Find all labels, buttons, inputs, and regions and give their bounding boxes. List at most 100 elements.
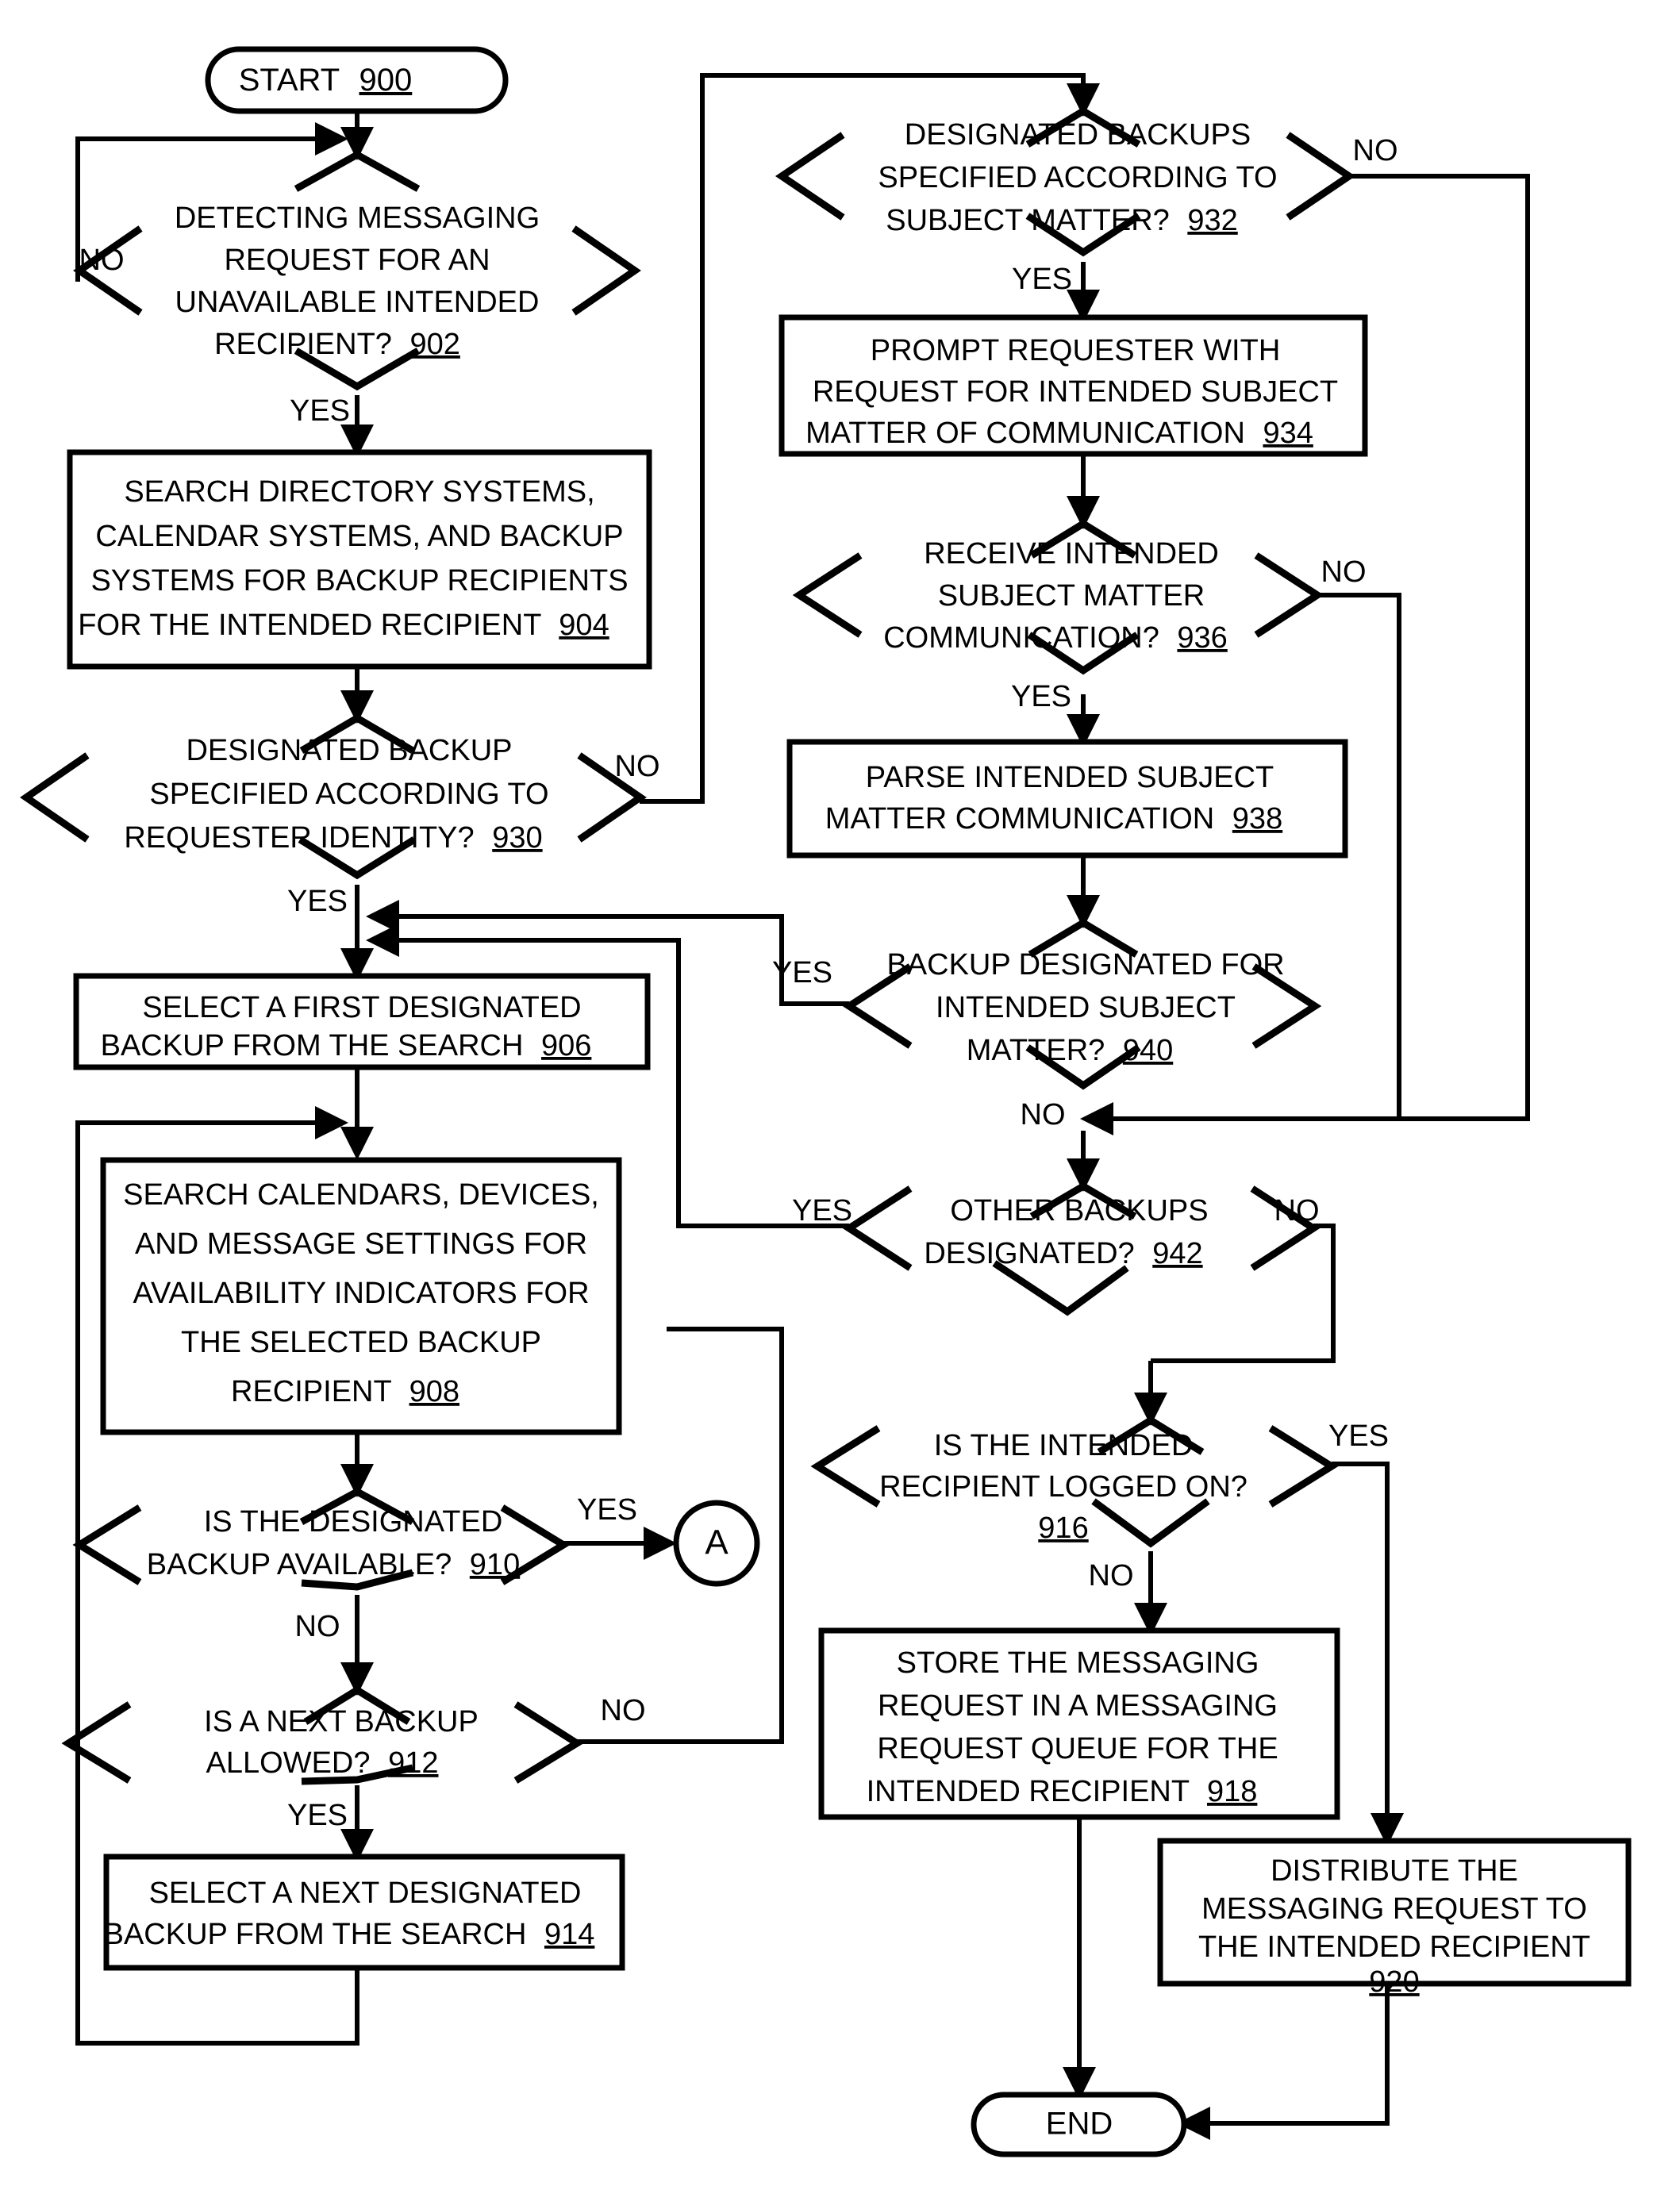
decision-916-line2: RECIPIENT LOGGED ON? (879, 1470, 1248, 1504)
edge-label-930-yes: YES (287, 885, 348, 918)
process-934-ref: 934 (1263, 417, 1313, 450)
process-908-line5: RECIPIENT (231, 1375, 391, 1408)
node-902: DETECTING MESSAGING REQUEST FOR AN UNAVA… (73, 152, 641, 428)
process-938-shape (786, 739, 1348, 859)
edge-label-942-yes: YES (792, 1194, 852, 1227)
edge-label-932-no: NO (1353, 134, 1398, 167)
node-938: PARSE INTENDED SUBJECT MATTER COMMUNICAT… (786, 739, 1348, 859)
node-906: SELECT A FIRST DESIGNATED BACKUP FROM TH… (73, 973, 651, 1070)
svg-text:DESIGNATED? 942: DESIGNATED? 942 (924, 1237, 1202, 1270)
process-920-line2: MESSAGING REQUEST TO (1201, 1892, 1587, 1926)
process-918-line1: STORE THE MESSAGING (897, 1646, 1259, 1680)
decision-932-ref: 932 (1187, 204, 1237, 237)
svg-text:MATTER? 940: MATTER? 940 (967, 1034, 1174, 1067)
edge-label-902-no: NO (79, 244, 125, 277)
svg-text:BACKUP FROM THE SEARCH 9: BACKUP FROM THE SEARCH 906 (101, 1029, 592, 1062)
edge-label-910-no: NO (295, 1610, 340, 1643)
process-918-line3: REQUEST QUEUE FOR THE (877, 1732, 1278, 1765)
decision-910-left-chevron (72, 1504, 142, 1585)
edge-label-936-no: NO (1321, 555, 1367, 589)
edge-920-to-end (1177, 1984, 1390, 2140)
process-904-line4: FOR THE INTENDED RECIPIENT (78, 609, 541, 642)
svg-text:MATTER OF COMMUNICATION: MATTER OF COMMUNICATION 934 (805, 417, 1313, 450)
node-904: SEARCH DIRECTORY SYSTEMS, CALENDAR SYSTE… (67, 449, 652, 670)
process-918-line2: REQUEST IN A MESSAGING (878, 1689, 1278, 1723)
decision-942-line1: OTHER BACKUPS (950, 1194, 1208, 1227)
svg-text:REQUESTER IDENTITY? 930: REQUESTER IDENTITY? 930 (124, 821, 542, 855)
decision-916-ref: 916 (1038, 1512, 1088, 1545)
process-914-line2: BACKUP FROM THE SEARCH (104, 1918, 527, 1951)
process-908-line1: SEARCH CALENDARS, DEVICES, (123, 1178, 599, 1212)
decision-902-ref: 902 (409, 328, 459, 361)
decision-930-line1: DESIGNATED BACKUP (186, 734, 512, 767)
decision-942-left-chevron (842, 1185, 913, 1271)
node-914: SELECT A NEXT DESIGNATED BACKUP FROM THE… (103, 1854, 625, 1971)
svg-text:SUBJECT MATTER? 932: SUBJECT MATTER? 932 (886, 204, 1238, 237)
node-934: PROMPT REQUESTER WITH REQUEST FOR INTEND… (778, 314, 1368, 457)
node-connector-a: A (673, 1500, 760, 1587)
end-label: END (1046, 2107, 1113, 2142)
decision-916-line1: IS THE INTENDED (934, 1429, 1194, 1462)
decision-932-line1: DESIGNATED BACKUPS (905, 118, 1251, 152)
decision-912-line2: ALLOWED? (206, 1746, 371, 1780)
process-920-ref: 920 (1369, 1965, 1419, 1999)
edge-label-912-no: NO (601, 1694, 646, 1727)
decision-936-left-chevron (792, 552, 863, 638)
edge-label-940-no: NO (1021, 1098, 1066, 1131)
decision-916-bottom-chevron (1091, 1498, 1210, 1548)
flowchart-canvas: START 900 DETECTING MESSAGING REQUEST FO… (20, 46, 1632, 2157)
decision-936-ref: 936 (1177, 621, 1227, 655)
decision-930-line3: REQUESTER IDENTITY? (124, 821, 474, 855)
decision-910-line2: BACKUP AVAILABLE? (147, 1548, 452, 1581)
process-934-line1: PROMPT REQUESTER WITH (871, 334, 1281, 367)
svg-text:RECIPIENT 908: RECIPIENT 908 (231, 1375, 459, 1408)
process-934-line3: MATTER OF COMMUNICATION (805, 417, 1245, 450)
svg-text:MATTER COMMUNICATION 938: MATTER COMMUNICATION 938 (825, 802, 1282, 836)
decision-942-line2: DESIGNATED? (924, 1237, 1134, 1270)
node-920: DISTRIBUTE THE MESSAGING REQUEST TO THE … (1157, 1838, 1632, 1999)
decision-932-line3: SUBJECT MATTER? (886, 204, 1170, 237)
svg-text:START 900: START 900 (239, 63, 413, 98)
decision-940-line3: MATTER? (967, 1034, 1105, 1067)
start-ref: 900 (359, 63, 413, 98)
process-920-line3: THE INTENDED RECIPIENT (1198, 1930, 1590, 1964)
edge-label-912-yes: YES (287, 1799, 348, 1832)
svg-text:COMMUNICATION? 936: COMMUNICATION? 936 (883, 621, 1228, 655)
process-908-line2: AND MESSAGE SETTINGS FOR (135, 1227, 587, 1261)
decision-942-bottom-chevron (992, 1260, 1129, 1316)
decision-940-line2: INTENDED SUBJECT (936, 991, 1236, 1024)
decision-916-right-chevron (1268, 1425, 1339, 1508)
svg-text:BACKUP AVAILABLE? 910: BACKUP AVAILABLE? 910 (147, 1548, 520, 1581)
node-942: OTHER BACKUPS DESIGNATED? 942 YES NO (792, 1183, 1321, 1316)
decision-936-line2: SUBJECT MATTER (938, 579, 1205, 613)
decision-912-right-chevron (513, 1701, 584, 1784)
process-938-line2: MATTER COMMUNICATION (825, 802, 1214, 836)
node-end: END (971, 2092, 1187, 2157)
process-920-line1: DISTRIBUTE THE (1271, 1854, 1518, 1888)
decision-910-line1: IS THE DESIGNATED (204, 1505, 503, 1539)
process-934-line2: REQUEST FOR INTENDED SUBJECT (813, 375, 1338, 409)
decision-916-left-chevron (810, 1425, 881, 1508)
process-914-ref: 914 (544, 1918, 594, 1951)
decision-930-line2: SPECIFIED ACCORDING TO (149, 778, 548, 811)
process-904-line3: SYSTEMS FOR BACKUP RECIPIENTS (90, 564, 628, 597)
decision-942-ref: 942 (1152, 1237, 1202, 1270)
decision-902-top-chevron (294, 152, 421, 192)
node-918: STORE THE MESSAGING REQUEST IN A MESSAGI… (818, 1627, 1340, 1820)
process-906-line1: SELECT A FIRST DESIGNATED (142, 991, 581, 1024)
node-932: DESIGNATED BACKUPS SPECIFIED ACCORDING T… (775, 108, 1398, 296)
decision-930-left-chevron (20, 752, 90, 843)
edge-label-942-no: NO (1274, 1194, 1320, 1227)
decision-936-right-chevron (1254, 552, 1324, 638)
process-908-ref: 908 (409, 1375, 459, 1408)
node-908: SEARCH CALENDARS, DEVICES, AND MESSAGE S… (100, 1157, 622, 1435)
edge-label-910-yes: YES (577, 1493, 637, 1527)
decision-912-ref: 912 (388, 1746, 438, 1780)
decision-902-line1: DETECTING MESSAGING (175, 202, 540, 235)
start-label: START (239, 63, 340, 98)
decision-910-ref: 910 (470, 1548, 520, 1581)
decision-940-line1: BACKUP DESIGNATED FOR (886, 948, 1284, 982)
decision-936-line1: RECEIVE INTENDED (924, 537, 1219, 570)
svg-text:ALLOWED? 912: ALLOWED? 912 (206, 1746, 439, 1780)
decision-936-line3: COMMUNICATION? (883, 621, 1159, 655)
